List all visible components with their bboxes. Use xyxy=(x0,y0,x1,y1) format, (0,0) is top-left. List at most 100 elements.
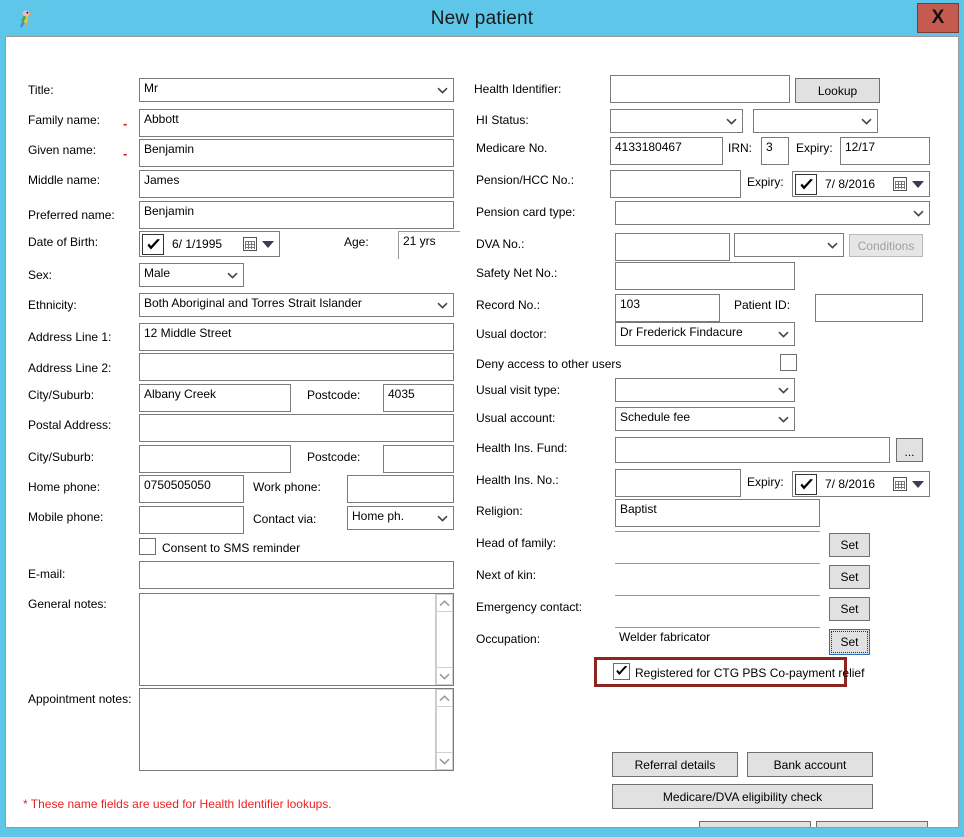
general-notes-textarea[interactable] xyxy=(139,593,454,686)
health-ins-no-input[interactable] xyxy=(615,469,741,497)
date-dropdown-arrow-icon[interactable] xyxy=(912,181,924,188)
dva-no-input[interactable] xyxy=(615,233,730,261)
chevron-down-icon xyxy=(227,272,238,279)
label-contact-via: Contact via: xyxy=(253,512,317,526)
label-head-of-family: Head of family: xyxy=(476,536,557,550)
pension-expiry-date-control[interactable]: 7/ 8/2016 xyxy=(792,171,930,197)
label-health-ins-expiry: Expiry: xyxy=(747,475,784,489)
label-address-line-1: Address Line 1: xyxy=(28,330,112,344)
health-ins-expiry-date-control[interactable]: 7/ 8/2016 xyxy=(792,471,930,497)
title-bar: New patient X xyxy=(0,0,964,38)
label-religion: Religion: xyxy=(476,504,523,518)
date-dropdown-arrow-icon[interactable] xyxy=(912,481,924,488)
eligibility-check-button[interactable]: Medicare/DVA eligibility check xyxy=(612,784,873,809)
mobile-phone-input[interactable] xyxy=(139,506,244,534)
medicare-no-input[interactable]: 4133180467 xyxy=(610,137,723,165)
general-notes-scrollbar[interactable] xyxy=(435,594,453,685)
label-postal-address: Postal Address: xyxy=(28,418,112,432)
label-email: E-mail: xyxy=(28,567,66,581)
label-medicare-expiry: Expiry: xyxy=(796,141,833,155)
pension-expiry-checkbox[interactable] xyxy=(795,174,817,195)
religion-input[interactable]: Baptist xyxy=(615,499,820,527)
work-phone-input[interactable] xyxy=(347,475,454,503)
scroll-track[interactable] xyxy=(436,612,453,667)
email-input[interactable] xyxy=(139,561,454,589)
postal-city-suburb-input[interactable] xyxy=(139,445,291,473)
family-name-input[interactable]: Abbott xyxy=(139,109,454,137)
calendar-icon[interactable] xyxy=(243,237,257,251)
usual-doctor-combo[interactable]: Dr Frederick Findacure xyxy=(615,322,795,346)
label-preferred-name: Preferred name: xyxy=(28,208,115,222)
record-no-input[interactable]: 103 xyxy=(615,294,720,322)
postcode-input[interactable]: 4035 xyxy=(383,384,454,412)
scroll-track[interactable] xyxy=(436,707,453,752)
new-patient-window: New patient X Title: Mr Family name: - A… xyxy=(0,0,964,837)
set-occupation-button[interactable]: Set xyxy=(829,629,870,655)
appointment-notes-scrollbar[interactable] xyxy=(435,689,453,770)
save-button[interactable]: Save xyxy=(699,821,811,827)
postal-postcode-input[interactable] xyxy=(383,445,454,473)
hi-status-combo[interactable] xyxy=(610,109,743,133)
date-dropdown-arrow-icon[interactable] xyxy=(262,241,274,248)
address-line-1-input[interactable]: 12 Middle Street xyxy=(139,323,454,351)
address-line-2-input[interactable] xyxy=(139,353,454,381)
conditions-button[interactable]: Conditions xyxy=(849,234,923,257)
scroll-down-icon[interactable] xyxy=(436,752,453,770)
calendar-icon[interactable] xyxy=(893,477,907,491)
head-of-family-input[interactable] xyxy=(615,531,820,559)
sms-consent-checkbox[interactable] xyxy=(139,538,156,555)
given-name-input[interactable]: Benjamin xyxy=(139,139,454,167)
next-of-kin-input[interactable] xyxy=(615,563,820,591)
usual-visit-type-combo[interactable] xyxy=(615,378,795,402)
appointment-notes-textarea[interactable] xyxy=(139,688,454,771)
safety-net-no-input[interactable] xyxy=(615,262,795,290)
lookup-button[interactable]: Lookup xyxy=(795,78,880,103)
label-health-identifier: Health Identifier: xyxy=(474,82,562,96)
label-pension-expiry: Expiry: xyxy=(747,175,784,189)
pension-card-type-combo[interactable] xyxy=(615,201,930,225)
sex-combo[interactable]: Male xyxy=(139,263,244,287)
ethnicity-combo[interactable]: Both Aboriginal and Torres Strait Island… xyxy=(139,293,454,317)
health-identifier-input[interactable] xyxy=(610,75,790,103)
label-postcode: Postcode: xyxy=(307,388,361,402)
health-ins-expiry-checkbox[interactable] xyxy=(795,474,817,495)
irn-input[interactable]: 3 xyxy=(761,137,789,165)
date-of-birth-control[interactable]: 6/ 1/1995 xyxy=(139,231,280,257)
deny-access-checkbox[interactable] xyxy=(780,354,797,371)
middle-name-input[interactable]: James xyxy=(139,170,454,198)
bank-account-button[interactable]: Bank account xyxy=(747,752,873,777)
health-ins-fund-browse-button[interactable]: ... xyxy=(896,438,923,462)
cancel-button[interactable]: Cancel xyxy=(816,821,928,827)
pension-hcc-no-input[interactable] xyxy=(610,170,741,198)
label-middle-name: Middle name: xyxy=(28,173,101,187)
title-combo[interactable]: Mr xyxy=(139,78,454,102)
preferred-name-input[interactable]: Benjamin xyxy=(139,201,454,229)
postal-address-input[interactable] xyxy=(139,414,454,442)
home-phone-input[interactable]: 0750505050 xyxy=(139,475,244,503)
health-ins-fund-input[interactable] xyxy=(615,437,890,463)
contact-via-combo[interactable]: Home ph. xyxy=(347,506,454,530)
label-usual-visit-type: Usual visit type: xyxy=(476,383,561,397)
close-button[interactable]: X xyxy=(917,3,959,33)
scroll-up-icon[interactable] xyxy=(436,594,453,612)
ctg-checkbox[interactable] xyxy=(613,663,630,680)
usual-doctor-value: Dr Frederick Findacure xyxy=(620,325,743,339)
patient-id-input[interactable] xyxy=(815,294,923,322)
calendar-icon[interactable] xyxy=(893,177,907,191)
medicare-expiry-input[interactable]: 12/17 xyxy=(840,137,930,165)
city-suburb-input[interactable]: Albany Creek xyxy=(139,384,291,412)
set-emergency-contact-button[interactable]: Set xyxy=(829,597,870,621)
usual-account-combo[interactable]: Schedule fee xyxy=(615,407,795,431)
referral-details-button[interactable]: Referral details xyxy=(612,752,738,777)
label-address-line-2: Address Line 2: xyxy=(28,361,112,375)
label-family-name: Family name: xyxy=(28,113,101,127)
occupation-input[interactable]: Welder fabricator xyxy=(615,627,820,655)
scroll-down-icon[interactable] xyxy=(436,667,453,685)
hi-status-secondary-combo[interactable] xyxy=(753,109,878,133)
date-of-birth-checkbox[interactable] xyxy=(142,234,164,255)
set-head-of-family-button[interactable]: Set xyxy=(829,533,870,557)
emergency-contact-input[interactable] xyxy=(615,595,820,623)
dva-type-combo[interactable] xyxy=(734,233,844,257)
set-next-of-kin-button[interactable]: Set xyxy=(829,565,870,589)
scroll-up-icon[interactable] xyxy=(436,689,453,707)
